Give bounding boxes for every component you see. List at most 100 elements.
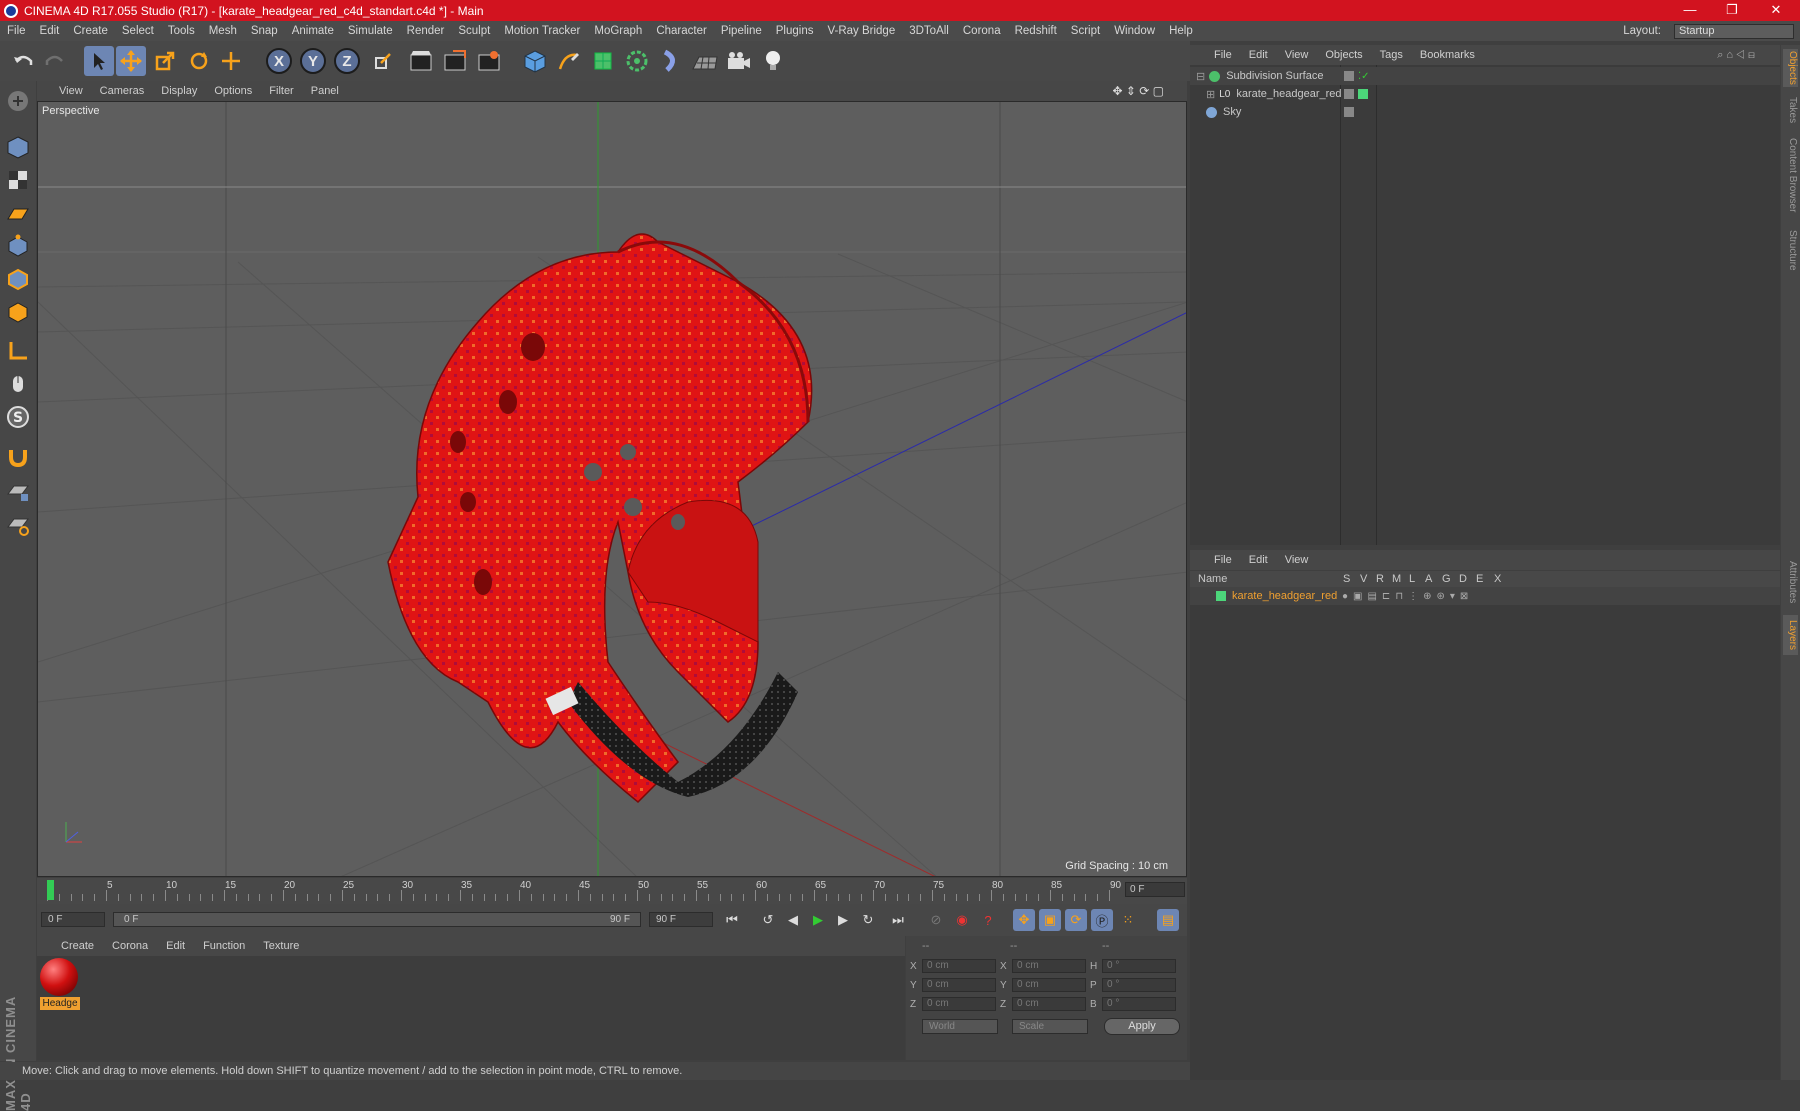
layer-menu-view[interactable]: View [1285, 554, 1309, 566]
timeline-ruler[interactable]: 051015202530354045505560657075808590 0 F [37, 878, 1187, 904]
key-pla-icon[interactable]: ⁙ [1117, 909, 1139, 931]
timeline-window-icon[interactable]: ▤ [1157, 909, 1179, 931]
y-axis-lock-button[interactable]: Y [300, 48, 326, 74]
rotate-tool-icon[interactable] [184, 46, 214, 76]
render-picture-viewer-icon[interactable] [440, 46, 470, 76]
key-scale-icon[interactable]: ▣ [1039, 909, 1061, 931]
tweak-mode-icon[interactable] [3, 369, 33, 399]
light-icon[interactable] [758, 46, 788, 76]
viewport-nav-icons[interactable]: ✥ ⇕ ⟳ ▢ [1112, 84, 1164, 98]
menu-window[interactable]: Window [1107, 25, 1162, 37]
live-selection-icon[interactable] [216, 46, 246, 76]
layer-color-icon[interactable] [1358, 89, 1368, 99]
position-z-field[interactable]: 0 cm [922, 997, 996, 1011]
redo-icon[interactable] [40, 46, 70, 76]
tab-content-browser[interactable]: Content Browser [1783, 135, 1798, 215]
layer-menu-file[interactable]: File [1214, 554, 1232, 566]
objmgr-menu-edit[interactable]: Edit [1249, 49, 1268, 61]
material-menu-function[interactable]: Function [203, 940, 245, 952]
undo-icon[interactable] [8, 46, 38, 76]
camera-icon[interactable] [724, 46, 754, 76]
scale-tool-icon[interactable] [150, 46, 180, 76]
objmgr-menu-objects[interactable]: Objects [1325, 49, 1362, 61]
rotation-h-field[interactable]: 0 ° [1102, 959, 1176, 973]
viewport-menu-display[interactable]: Display [161, 85, 197, 97]
menu-3dtoall[interactable]: 3DToAll [902, 25, 956, 37]
timeline-track[interactable]: 051015202530354045505560657075808590 [47, 878, 1121, 904]
end-frame-field[interactable]: 90 F [649, 912, 713, 927]
objmgr-menu-view[interactable]: View [1285, 49, 1309, 61]
perspective-viewport[interactable]: Perspective Grid Spacing : 10 cm [37, 101, 1187, 877]
size-y-field[interactable]: 0 cm [1012, 978, 1086, 992]
minimize-button[interactable]: — [1670, 0, 1710, 21]
previous-key-icon[interactable]: ↺ [757, 909, 779, 931]
position-x-field[interactable]: 0 cm [922, 959, 996, 973]
menu-vray-bridge[interactable]: V-Ray Bridge [820, 25, 902, 37]
play-icon[interactable]: ▶ [807, 909, 829, 931]
menu-plugins[interactable]: Plugins [769, 25, 821, 37]
layer-color-swatch[interactable] [1216, 591, 1226, 601]
grid-lock-icon[interactable] [3, 477, 33, 507]
record-keys-icon[interactable]: ⊘ [925, 909, 947, 931]
maximize-button[interactable]: ❐ [1712, 0, 1752, 21]
menu-tools[interactable]: Tools [161, 25, 202, 37]
menu-file[interactable]: File [0, 25, 33, 37]
texture-mode-icon[interactable] [3, 165, 33, 195]
enabled-check-icon[interactable]: ⁚✓ [1358, 71, 1370, 82]
menu-mesh[interactable]: Mesh [202, 25, 244, 37]
viewport-menu-filter[interactable]: Filter [269, 85, 293, 97]
size-z-field[interactable]: 0 cm [1012, 997, 1086, 1011]
floor-environment-icon[interactable] [690, 46, 720, 76]
menu-character[interactable]: Character [649, 25, 714, 37]
objmgr-menu-file[interactable]: File [1214, 49, 1232, 61]
pen-spline-icon[interactable] [554, 46, 584, 76]
points-mode-icon[interactable] [3, 231, 33, 261]
array-cloner-icon[interactable] [622, 46, 652, 76]
layer-row-karate-headgear-red[interactable]: karate_headgear_red ●▣▤⊏⊓⋮⊕⊛▾⊠ [1190, 587, 1780, 605]
material-menu-create[interactable]: Create [61, 940, 94, 952]
collapse-icon[interactable]: ⊟ [1196, 70, 1205, 83]
material-menu-corona[interactable]: Corona [112, 940, 148, 952]
timeline-playhead[interactable] [47, 880, 54, 900]
subdivision-generator-icon[interactable] [588, 46, 618, 76]
make-editable-icon[interactable] [3, 86, 33, 116]
render-view-icon[interactable] [406, 46, 436, 76]
layer-menu-edit[interactable]: Edit [1249, 554, 1268, 566]
menu-simulate[interactable]: Simulate [341, 25, 400, 37]
coordinate-mode-select[interactable]: Scale [1012, 1019, 1088, 1034]
autokey-icon[interactable]: ◉ [951, 909, 973, 931]
coordinate-system-icon[interactable] [368, 46, 398, 76]
previous-frame-icon[interactable]: ◀ [782, 909, 804, 931]
tab-takes[interactable]: Takes [1783, 95, 1798, 125]
menu-create[interactable]: Create [66, 25, 115, 37]
apply-button[interactable]: Apply [1104, 1018, 1180, 1035]
display-tag-icon[interactable] [1344, 71, 1354, 81]
key-parameter-icon[interactable]: Ⓟ [1091, 909, 1113, 931]
x-axis-lock-button[interactable]: X [266, 48, 292, 74]
key-rotation-icon[interactable]: ⟳ [1065, 909, 1087, 931]
rotation-b-field[interactable]: 0 ° [1102, 997, 1176, 1011]
menu-sculpt[interactable]: Sculpt [451, 25, 497, 37]
material-swatch[interactable]: Headge [40, 958, 80, 1010]
display-tag-icon[interactable] [1344, 89, 1354, 99]
menu-snap[interactable]: Snap [244, 25, 285, 37]
layout-select[interactable]: Startup [1674, 23, 1794, 39]
coordinate-space-select[interactable]: World [922, 1019, 998, 1034]
viewport-menu-panel[interactable]: Panel [311, 85, 339, 97]
menu-help[interactable]: Help [1162, 25, 1200, 37]
z-axis-lock-button[interactable]: Z [334, 48, 360, 74]
go-to-end-icon[interactable]: ⏭ [887, 909, 909, 931]
move-tool-icon[interactable] [116, 46, 146, 76]
polygons-mode-icon[interactable] [3, 297, 33, 327]
tab-structure[interactable]: Structure [1783, 225, 1798, 275]
go-to-start-icon[interactable]: ⏮ [721, 909, 743, 931]
start-frame-field[interactable]: 0 F [41, 912, 105, 927]
next-key-icon[interactable]: ↻ [857, 909, 879, 931]
workplane-mode-icon[interactable] [3, 198, 33, 228]
tab-objects[interactable]: Objects [1783, 49, 1798, 87]
model-mode-icon[interactable] [3, 132, 33, 162]
object-row-karate-headgear-red[interactable]: ⊞ L0 karate_headgear_red [1190, 85, 1780, 103]
object-row-sky[interactable]: Sky [1190, 103, 1780, 121]
object-row-subdivision-surface[interactable]: ⊟ Subdivision Surface ⁚✓ [1190, 67, 1780, 85]
edges-mode-icon[interactable] [3, 264, 33, 294]
